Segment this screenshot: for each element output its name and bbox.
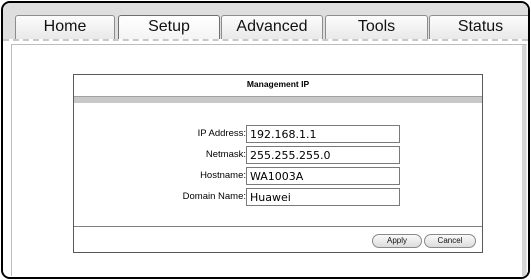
content-area: Management IP IP Address: 192.168.1.1 Ne…	[3, 39, 528, 277]
content-panel: Management IP IP Address: 192.168.1.1 Ne…	[11, 44, 527, 276]
tab-tools[interactable]: Tools	[325, 15, 428, 39]
ip-address-row: IP Address: 192.168.1.1	[74, 125, 482, 145]
tab-setup[interactable]: Setup	[118, 15, 220, 39]
domain-name-input[interactable]: Huawei	[246, 188, 400, 206]
main-nav: Home Setup Advanced Tools Status	[3, 3, 528, 39]
hostname-label: Hostname:	[200, 170, 246, 181]
router-config-window: Home Setup Advanced Tools Status Managem…	[1, 1, 530, 279]
hostname-input[interactable]: WA1003A	[246, 167, 400, 185]
button-separator	[74, 226, 482, 227]
cancel-button[interactable]: Cancel	[424, 234, 476, 248]
domain-name-label: Domain Name:	[182, 191, 246, 202]
netmask-label: Netmask:	[205, 149, 246, 160]
tab-home[interactable]: Home	[15, 15, 115, 39]
netmask-row: Netmask: 255.255.255.0	[74, 146, 482, 166]
netmask-input[interactable]: 255.255.255.0	[246, 146, 400, 164]
tab-status[interactable]: Status	[429, 15, 528, 39]
ip-address-label: IP Address:	[197, 128, 246, 139]
tab-advanced[interactable]: Advanced	[221, 15, 323, 39]
apply-button[interactable]: Apply	[372, 234, 422, 248]
tab-divider	[3, 39, 528, 41]
domain-name-row: Domain Name: Huawei	[74, 188, 482, 208]
ip-address-input[interactable]: 192.168.1.1	[246, 125, 400, 143]
title-band	[74, 96, 482, 103]
section-title: Management IP	[246, 79, 310, 89]
hostname-row: Hostname: WA1003A	[74, 167, 482, 187]
vertical-scrollbar[interactable]	[522, 45, 526, 276]
management-ip-box: Management IP IP Address: 192.168.1.1 Ne…	[73, 74, 483, 253]
